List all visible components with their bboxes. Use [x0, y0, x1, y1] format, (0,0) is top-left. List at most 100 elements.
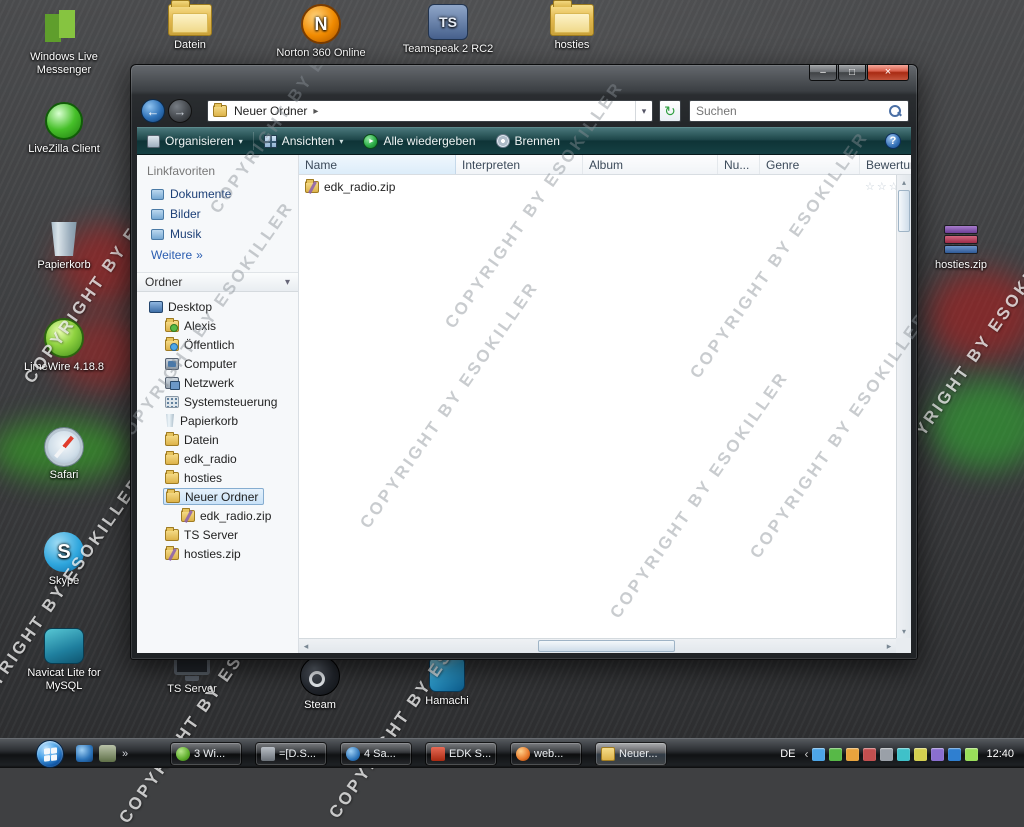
- desktop-icon-messenger[interactable]: Windows Live Messenger: [14, 8, 114, 77]
- quick-launch-overflow-icon[interactable]: »: [122, 748, 128, 760]
- desktop-icon-hosties-zip[interactable]: hosties.zip: [928, 225, 994, 272]
- tree-item-edk-radio-zip[interactable]: edk_radio.zip: [137, 506, 298, 525]
- tree-item-desktop[interactable]: Desktop: [137, 297, 298, 316]
- scroll-right-button[interactable]: ▸: [882, 639, 896, 653]
- desktop-icon-navicat[interactable]: Navicat Lite for MySQL: [14, 628, 114, 693]
- breadcrumb-location[interactable]: Neuer Ordner: [234, 104, 307, 118]
- taskbar-button-sa[interactable]: 4 Sa...: [340, 742, 412, 766]
- desktop-icon-hosties[interactable]: hosties: [540, 0, 604, 52]
- desktop-icon-skype[interactable]: S Skype: [24, 532, 104, 588]
- taskbar-button-label: =[D.S...: [279, 748, 316, 760]
- quick-launch-icon[interactable]: [99, 745, 116, 762]
- desktop-icon-hamachi[interactable]: Hamachi: [415, 656, 479, 708]
- tree-item-hosties[interactable]: hosties: [137, 468, 298, 487]
- taskbar-button-edk[interactable]: EDK S...: [425, 742, 497, 766]
- play-all-button[interactable]: ► Alle wiedergeben: [353, 130, 485, 152]
- explorer-body: Linkfavoriten Dokumente Bilder Musik Wei…: [137, 155, 911, 653]
- refresh-button[interactable]: ↻: [659, 100, 681, 122]
- tree-item-edk-radio[interactable]: edk_radio: [137, 449, 298, 468]
- folders-band[interactable]: Ordner ▾: [137, 272, 298, 292]
- favorite-musik[interactable]: Musik: [137, 224, 298, 244]
- tray-icon-1[interactable]: [812, 747, 826, 761]
- close-button[interactable]: ×: [867, 65, 909, 81]
- tree-label: Netzwerk: [184, 375, 235, 390]
- tray-icon-8[interactable]: [931, 747, 945, 761]
- back-button[interactable]: ←: [141, 99, 165, 123]
- maximize-button[interactable]: □: [838, 65, 866, 81]
- favorite-bilder[interactable]: Bilder: [137, 204, 298, 224]
- tree-item-systemsteuerung[interactable]: Systemsteuerung: [137, 392, 298, 411]
- language-indicator[interactable]: DE: [775, 746, 800, 762]
- pictures-icon: [151, 208, 164, 220]
- desktop-icon-papierkorb[interactable]: Papierkorb: [24, 222, 104, 272]
- forward-button[interactable]: →: [168, 99, 192, 123]
- burn-button[interactable]: Brennen: [486, 130, 570, 152]
- horizontal-scrollbar[interactable]: ◂ ▸: [299, 638, 896, 653]
- breadcrumb-arrow-icon[interactable]: ▸: [313, 106, 318, 117]
- tree-item-hosties-zip[interactable]: hosties.zip: [137, 544, 298, 563]
- column-header-nummer[interactable]: Nu...: [718, 155, 760, 174]
- vertical-scrollbar[interactable]: ▴ ▾: [896, 175, 911, 638]
- taskbar-button-ds[interactable]: =[D.S...: [255, 742, 327, 766]
- tree-item-ts-server[interactable]: TS Server: [137, 525, 298, 544]
- file-row[interactable]: edk_radio.zip: [301, 178, 455, 196]
- tray-icon-3[interactable]: [846, 747, 860, 761]
- views-menu-button[interactable]: Ansichten ▾: [254, 130, 354, 152]
- network-icon[interactable]: [948, 747, 962, 761]
- column-header-name[interactable]: Name: [299, 155, 456, 174]
- desktop-icon-steam[interactable]: Steam: [288, 656, 352, 712]
- favorite-dokumente[interactable]: Dokumente: [137, 184, 298, 204]
- minimize-button[interactable]: –: [809, 65, 837, 81]
- navicat-icon: [44, 628, 84, 664]
- tree-item-oeffentlich[interactable]: Öffentlich: [137, 335, 298, 354]
- tray-icon-5[interactable]: [880, 747, 894, 761]
- tree-item-datein[interactable]: Datein: [137, 430, 298, 449]
- column-header-genre[interactable]: Genre: [760, 155, 860, 174]
- taskbar-button-neuer-ordner[interactable]: Neuer...: [595, 742, 667, 766]
- desktop-icon-safari[interactable]: Safari: [24, 428, 104, 482]
- tree-item-netzwerk[interactable]: Netzwerk: [137, 373, 298, 392]
- help-button[interactable]: ?: [885, 133, 901, 149]
- desktop-icon-livezilla[interactable]: LiveZilla Client: [24, 102, 104, 156]
- quick-launch-icon[interactable]: [76, 745, 93, 762]
- desktop-icon-limewire[interactable]: LimeWire 4.18.8: [19, 318, 109, 374]
- organize-menu-button[interactable]: Organisieren ▾: [137, 130, 253, 152]
- tree-item-papierkorb[interactable]: Papierkorb: [137, 411, 298, 430]
- taskbar-button-group-windows[interactable]: 3 Wi...: [170, 742, 242, 766]
- tray-icon-6[interactable]: [897, 747, 911, 761]
- hamachi-icon: [429, 656, 465, 692]
- vertical-scroll-thumb[interactable]: [898, 190, 910, 232]
- start-button[interactable]: [36, 740, 64, 768]
- column-header-bewertung[interactable]: Bewertung: [860, 155, 911, 174]
- column-header-interpreten[interactable]: Interpreten: [456, 155, 583, 174]
- volume-icon[interactable]: [965, 747, 979, 761]
- tree-item-neuer-ordner[interactable]: Neuer Ordner: [137, 487, 298, 506]
- taskbar-button-web[interactable]: web...: [510, 742, 582, 766]
- address-dropdown-button[interactable]: ▾: [635, 101, 652, 121]
- scroll-up-button[interactable]: ▴: [897, 175, 911, 189]
- tray-collapse-icon[interactable]: ‹: [804, 747, 808, 761]
- desktop-icon-teamspeak[interactable]: TS Teamspeak 2 RC2: [398, 4, 498, 56]
- tree-item-computer[interactable]: Computer: [137, 354, 298, 373]
- favorites-more-link[interactable]: Weitere »: [137, 244, 298, 266]
- desktop-icon-datein[interactable]: Datein: [158, 0, 222, 52]
- desktop-icon-norton[interactable]: N Norton 360 Online: [275, 4, 367, 60]
- tree-item-alexis[interactable]: Alexis: [137, 316, 298, 335]
- taskbar-button-label: 3 Wi...: [194, 748, 226, 760]
- column-header-album[interactable]: Album: [583, 155, 718, 174]
- tray-icon-2[interactable]: [829, 747, 843, 761]
- tray-icon-4[interactable]: [863, 747, 877, 761]
- folder-icon: [165, 450, 179, 465]
- search-input[interactable]: [690, 104, 889, 118]
- folder-icon: [165, 431, 179, 446]
- clock[interactable]: 12:40: [982, 748, 1018, 760]
- horizontal-scroll-thumb[interactable]: [537, 640, 676, 652]
- folder-tree: Desktop Alexis Öffentlich Computer Netzw…: [137, 292, 298, 563]
- breadcrumb[interactable]: Neuer Ordner ▸ ▾: [207, 100, 653, 122]
- tray-icon-7[interactable]: [914, 747, 928, 761]
- scroll-left-button[interactable]: ◂: [299, 639, 313, 653]
- control-panel-icon: [165, 395, 179, 408]
- more-label: Weitere: [151, 248, 193, 262]
- scroll-down-button[interactable]: ▾: [897, 624, 911, 638]
- search-icon[interactable]: [889, 104, 902, 118]
